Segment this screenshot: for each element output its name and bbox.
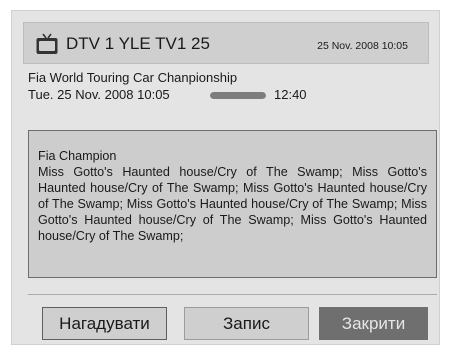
program-end-time: 12:40 <box>274 87 307 102</box>
channel-name: DTV 1 YLE TV1 25 <box>66 34 210 53</box>
program-title: Fia World Touring Car Chanpionship <box>28 70 238 85</box>
remind-button[interactable]: Нагадувати <box>42 307 167 340</box>
program-start-time: Tue. 25 Nov. 2008 10:05 <box>28 87 170 102</box>
program-time-row: Tue. 25 Nov. 2008 10:05 12:40 <box>28 87 328 103</box>
close-button[interactable]: Закрити <box>319 307 428 340</box>
description-heading: Fia Champion <box>38 149 117 163</box>
channel-header: DTV 1 YLE TV1 25 25 Nov. 2008 10:05 <box>23 22 429 64</box>
tv-icon <box>36 33 58 54</box>
program-progress-fill <box>210 92 266 99</box>
record-button[interactable]: Запис <box>184 307 309 340</box>
divider <box>28 294 437 295</box>
description-text: Miss Gotto's Haunted house/Cry of The Sw… <box>38 165 427 243</box>
current-datetime: 25 Nov. 2008 10:05 <box>317 40 408 52</box>
program-progress-bar <box>210 92 266 99</box>
epg-info-panel: DTV 1 YLE TV1 25 25 Nov. 2008 10:05 Fia … <box>11 10 440 345</box>
program-description[interactable]: Fia Champion Miss Gotto's Haunted house/… <box>28 130 437 278</box>
